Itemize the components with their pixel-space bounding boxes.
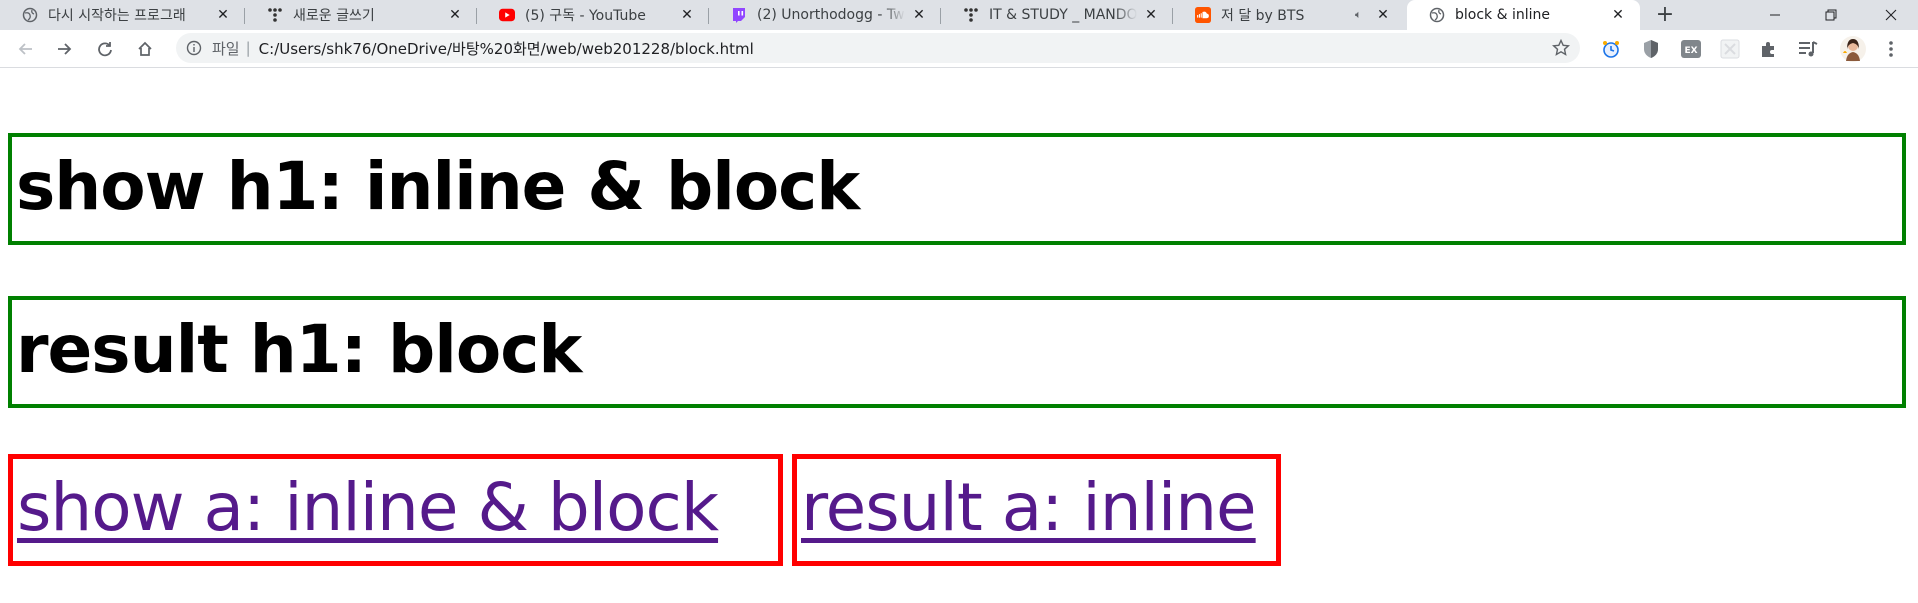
tab-close-icon[interactable]: ✕: [1610, 7, 1626, 23]
tab-close-icon[interactable]: ✕: [215, 7, 231, 23]
tab-strip: 다시 시작하는 프로그래 ✕ 새로운 글쓰기 ✕ (5) 구독 - YouTub…: [0, 0, 1918, 30]
back-arrow-icon: [18, 43, 32, 55]
home-icon: [138, 41, 152, 56]
a-result-link[interactable]: result a: inline: [792, 454, 1281, 566]
profile-avatar[interactable]: [1839, 35, 1867, 63]
twitch-icon: [731, 7, 747, 23]
restore-icon: [1825, 9, 1837, 21]
minimize-button[interactable]: [1752, 0, 1798, 30]
tab-title: 저 달 by BTS: [1221, 8, 1305, 24]
tab-4[interactable]: IT & STUDY _ MANDO ✕: [941, 0, 1173, 30]
tab-title: (2) Unorthodogg - Tw: [757, 7, 905, 23]
soundcloud-icon: [1195, 7, 1211, 23]
url-text[interactable]: C:/Users/shk76/OneDrive/바탕%20화면/web/web2…: [259, 38, 754, 59]
a-show-link[interactable]: show a: inline & block: [8, 454, 783, 566]
globe-icon: [22, 7, 38, 23]
reload-button[interactable]: [91, 35, 119, 63]
ex-extension-label: EX: [1684, 46, 1697, 56]
globe-icon: [1429, 7, 1445, 23]
youtube-icon: [499, 7, 515, 23]
forward-arrow-icon: [58, 43, 72, 55]
tab-title: 새로운 글쓰기: [293, 8, 375, 24]
scheme-separator: |: [245, 39, 251, 57]
ex-extension-icon[interactable]: EX: [1680, 38, 1702, 60]
tab-3[interactable]: (2) Unorthodogg - Tw ✕: [709, 0, 941, 30]
browser-toolbar: 파일 | C:/Users/shk76/OneDrive/바탕%20화면/web…: [0, 30, 1918, 68]
tab-close-icon[interactable]: ✕: [447, 7, 463, 23]
tab-close-icon[interactable]: ✕: [1375, 7, 1391, 23]
minimize-icon: [1770, 14, 1780, 16]
close-window-button[interactable]: [1868, 0, 1914, 30]
speaker-icon[interactable]: 🔈︎: [1355, 8, 1369, 22]
h1-show-heading: show h1: inline & block: [8, 133, 1906, 245]
restore-button[interactable]: [1808, 0, 1854, 30]
tab-title: 다시 시작하는 프로그래: [48, 8, 186, 24]
puzzle-icon[interactable]: [1758, 38, 1780, 60]
tab-title: IT & STUDY _ MANDO: [989, 7, 1137, 23]
tistory-icon: [963, 7, 979, 23]
menu-kebab-icon[interactable]: [1880, 38, 1902, 60]
tab-close-icon[interactable]: ✕: [1143, 7, 1159, 23]
reload-icon: [98, 42, 112, 57]
tab-0[interactable]: 다시 시작하는 프로그래 ✕: [0, 0, 245, 30]
grid-extension-icon[interactable]: [1719, 38, 1741, 60]
scheme-label: 파일: [212, 39, 240, 58]
clock-extension-icon[interactable]: [1600, 38, 1622, 60]
close-icon: [1885, 9, 1897, 21]
tab-1[interactable]: 새로운 글쓰기 ✕: [245, 0, 477, 30]
tab-title: (5) 구독 - YouTube: [525, 8, 646, 24]
tistory-icon: [267, 7, 283, 23]
home-button[interactable]: [131, 35, 159, 63]
tab-close-icon[interactable]: ✕: [679, 7, 695, 23]
back-button[interactable]: [12, 35, 40, 63]
new-tab-button[interactable]: +: [1652, 3, 1678, 29]
tab-5[interactable]: 저 달 by BTS 🔈︎ ✕: [1173, 0, 1405, 30]
address-bar[interactable]: 파일 | C:/Users/shk76/OneDrive/바탕%20화면/web…: [176, 33, 1580, 63]
page-viewport: show h1: inline & block result h1: block…: [0, 68, 1918, 603]
tab-close-icon[interactable]: ✕: [911, 7, 927, 23]
media-queue-icon[interactable]: [1797, 38, 1819, 60]
bookmark-star-icon[interactable]: [1551, 38, 1571, 57]
h1-result-heading: result h1: block: [8, 296, 1906, 408]
tab-6-active[interactable]: block & inline ✕: [1407, 0, 1640, 30]
tab-2[interactable]: (5) 구독 - YouTube ✕: [477, 0, 709, 30]
forward-button[interactable]: [50, 35, 78, 63]
tab-title: block & inline: [1455, 7, 1550, 23]
info-icon[interactable]: [186, 40, 202, 56]
shield-extension-icon[interactable]: [1640, 38, 1662, 60]
